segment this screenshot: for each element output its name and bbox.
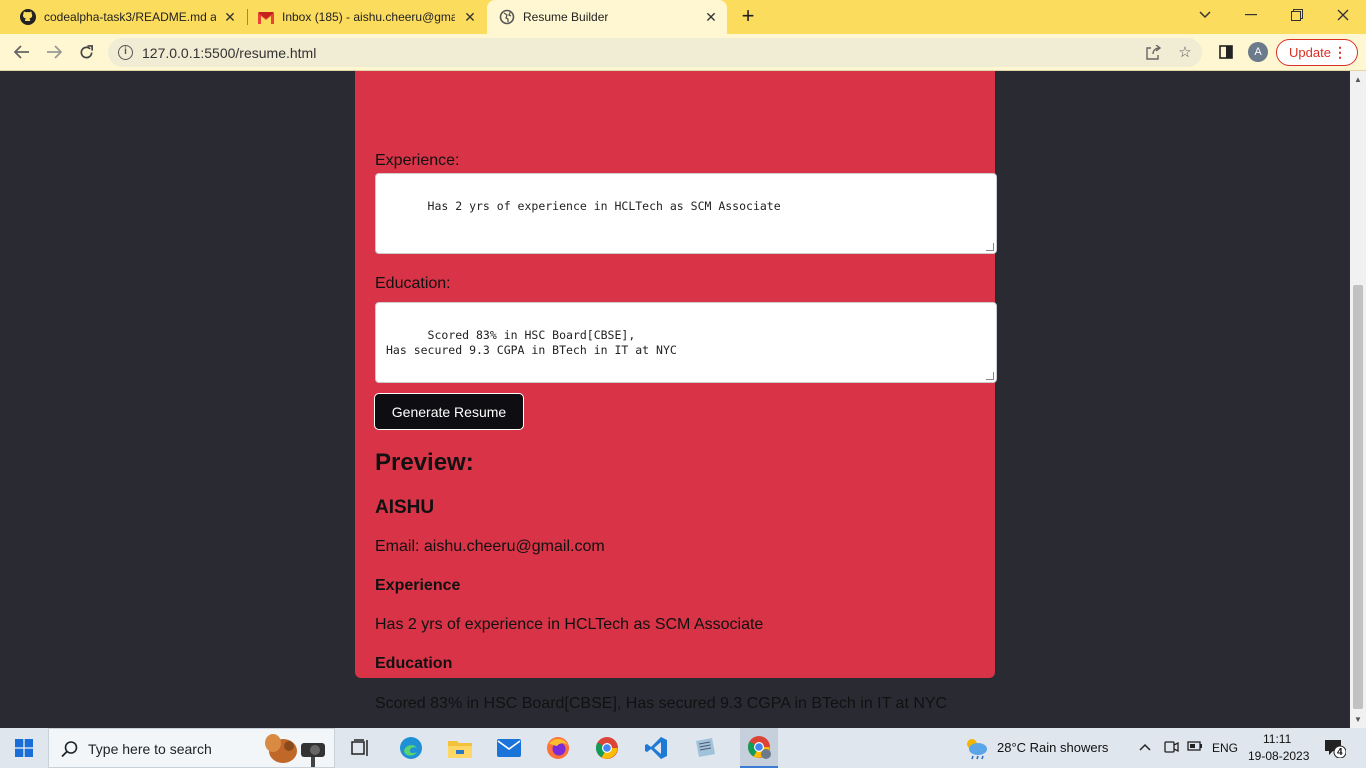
search-icon bbox=[61, 740, 79, 763]
bookmark-star-icon[interactable]: ☆ bbox=[1177, 45, 1193, 61]
tab-title: codealpha-task3/README.md at bbox=[44, 10, 216, 24]
experience-textarea[interactable]: Has 2 yrs of experience in HCLTech as SC… bbox=[375, 173, 997, 254]
education-text-value: Scored 83% in HSC Board[CBSE], Has secur… bbox=[386, 328, 677, 357]
tab-title: Resume Builder bbox=[523, 10, 609, 24]
edge-icon[interactable] bbox=[397, 734, 425, 762]
forward-icon[interactable] bbox=[42, 40, 66, 64]
experience-text-value: Has 2 yrs of experience in HCLTech as SC… bbox=[427, 199, 781, 213]
search-highlight-image bbox=[259, 731, 333, 767]
chrome-active-icon[interactable] bbox=[740, 728, 778, 768]
education-textarea[interactable]: Scored 83% in HSC Board[CBSE], Has secur… bbox=[375, 302, 997, 383]
update-button[interactable]: Update ⋮ bbox=[1276, 39, 1358, 66]
side-panel-icon[interactable] bbox=[1214, 40, 1238, 64]
close-tab-icon[interactable]: ✕ bbox=[703, 9, 719, 25]
search-placeholder: Type here to search bbox=[88, 741, 212, 757]
scroll-down-arrow-icon[interactable]: ▼ bbox=[1354, 715, 1362, 724]
preview-education-text: Scored 83% in HSC Board[CBSE], Has secur… bbox=[375, 695, 948, 712]
vscode-icon[interactable] bbox=[642, 734, 670, 762]
github-icon bbox=[20, 9, 36, 25]
back-icon[interactable] bbox=[10, 40, 34, 64]
education-label: Education: bbox=[375, 275, 451, 292]
url-text: 127.0.0.1:5500/resume.html bbox=[142, 45, 317, 61]
weather-text[interactable]: 28°C Rain showers bbox=[997, 740, 1108, 755]
scrollbar-thumb[interactable] bbox=[1353, 285, 1363, 709]
preview-heading: Preview: bbox=[375, 449, 474, 476]
close-window-icon[interactable] bbox=[1320, 0, 1366, 30]
experience-label: Experience: bbox=[375, 152, 460, 169]
reload-icon[interactable] bbox=[74, 40, 98, 64]
preview-experience-heading: Experience bbox=[375, 577, 461, 594]
browser-toolbar: i 127.0.0.1:5500/resume.html ☆ A Update … bbox=[0, 34, 1366, 71]
firefox-icon[interactable] bbox=[544, 734, 572, 762]
tab-resume-builder[interactable]: Resume Builder ✕ bbox=[487, 0, 727, 34]
close-tab-icon[interactable]: ✕ bbox=[462, 9, 478, 25]
page-viewport: Experience: Has 2 yrs of experience in H… bbox=[0, 71, 1350, 728]
taskbar-search-box[interactable]: Type here to search bbox=[48, 728, 335, 768]
update-label: Update bbox=[1289, 45, 1331, 60]
mail-icon[interactable] bbox=[495, 734, 523, 762]
close-tab-icon[interactable]: ✕ bbox=[222, 9, 238, 25]
preview-education-heading: Education bbox=[375, 655, 453, 672]
windows-taskbar: Type here to search 28°C Rain showers EN… bbox=[0, 728, 1366, 768]
chrome-icon[interactable] bbox=[593, 734, 621, 762]
tab-gmail[interactable]: Inbox (185) - aishu.cheeru@gmai ✕ bbox=[248, 0, 486, 34]
globe-icon bbox=[499, 9, 515, 25]
tab-strip: codealpha-task3/README.md at ✕ Inbox (18… bbox=[0, 0, 1366, 34]
preview-experience-text: Has 2 yrs of experience in HCLTech as SC… bbox=[375, 616, 764, 633]
scroll-up-arrow-icon[interactable]: ▲ bbox=[1354, 75, 1362, 84]
weather-rain-icon[interactable] bbox=[962, 734, 990, 762]
notification-count: 4 bbox=[1337, 747, 1343, 758]
file-explorer-icon[interactable] bbox=[446, 734, 474, 762]
new-tab-icon[interactable]: + bbox=[737, 5, 759, 28]
show-hidden-icons-chevron-icon[interactable] bbox=[1139, 738, 1151, 754]
profile-avatar[interactable]: A bbox=[1248, 42, 1268, 62]
meet-now-icon[interactable] bbox=[1163, 739, 1179, 758]
preview-email: Email: aishu.cheeru@gmail.com bbox=[375, 538, 605, 555]
share-icon[interactable] bbox=[1145, 44, 1162, 61]
tab-github[interactable]: codealpha-task3/README.md at ✕ bbox=[8, 0, 246, 34]
tab-search-icon[interactable] bbox=[1182, 0, 1228, 30]
resize-grip-icon[interactable] bbox=[986, 243, 994, 251]
language-indicator[interactable]: ENG bbox=[1212, 741, 1238, 755]
menu-dots-icon: ⋮ bbox=[1333, 44, 1347, 60]
resize-grip-icon[interactable] bbox=[986, 372, 994, 380]
resume-form-card: Experience: Has 2 yrs of experience in H… bbox=[355, 71, 997, 712]
preview-name: AISHU bbox=[375, 497, 435, 518]
tab-title: Inbox (185) - aishu.cheeru@gmai bbox=[282, 10, 455, 24]
clock-date[interactable]: 19-08-2023 bbox=[1248, 749, 1309, 763]
generate-resume-button[interactable]: Generate Resume bbox=[374, 393, 524, 430]
task-view-icon[interactable] bbox=[346, 734, 374, 762]
minimize-icon[interactable] bbox=[1228, 0, 1274, 30]
address-bar[interactable]: i 127.0.0.1:5500/resume.html ☆ bbox=[108, 38, 1202, 67]
restore-icon[interactable] bbox=[1274, 0, 1320, 30]
gmail-icon bbox=[258, 9, 274, 25]
clock-time[interactable]: 11:11 bbox=[1263, 732, 1291, 746]
site-info-icon[interactable]: i bbox=[118, 45, 133, 60]
battery-icon[interactable] bbox=[1187, 740, 1203, 755]
windows-start-icon[interactable] bbox=[10, 734, 38, 762]
notepad-app-icon[interactable] bbox=[691, 734, 719, 762]
page-scrollbar[interactable]: ▲ ▼ bbox=[1350, 71, 1366, 728]
